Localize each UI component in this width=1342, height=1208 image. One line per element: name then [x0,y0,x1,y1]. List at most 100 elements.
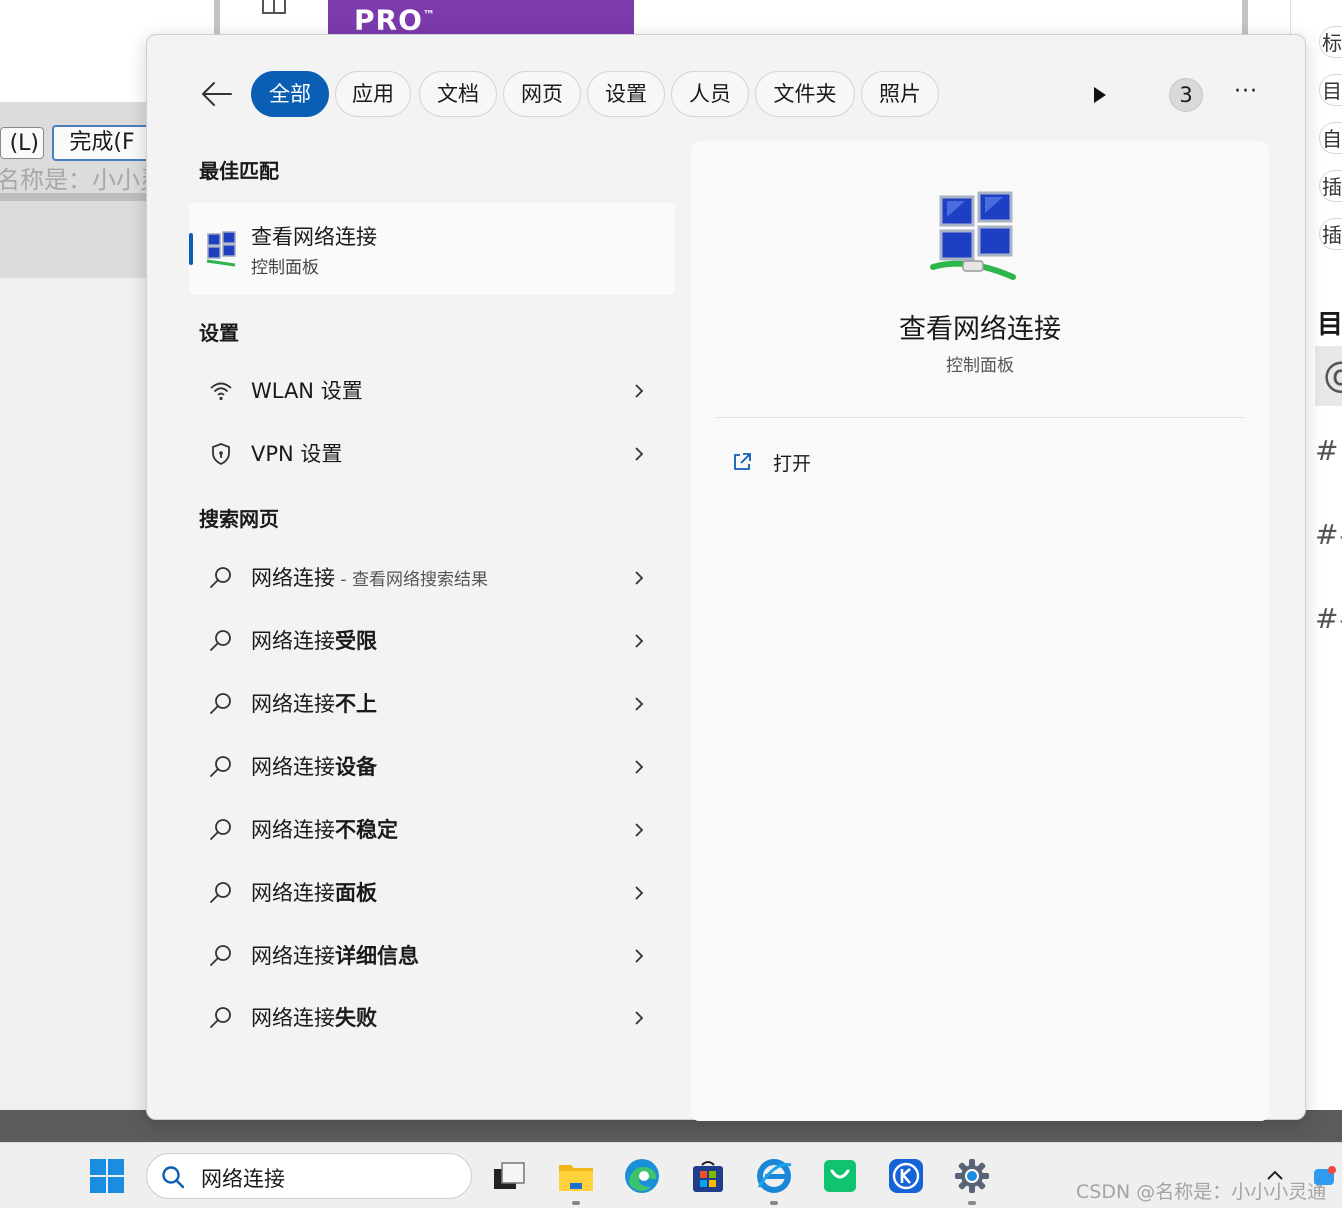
preview-title: 查看网络连接 [899,314,1061,345]
web-search-hint: - 查看网络搜索结果 [335,570,488,590]
wifi-icon [210,382,232,401]
web-search-heading: 搜索网页 [199,507,279,531]
play-icon[interactable] [1089,85,1109,105]
internet-explorer-icon[interactable] [755,1157,793,1195]
background-strip [0,193,146,201]
web-search-prefix: 网络连接 [251,566,335,590]
right-hash-2: ## [1315,518,1342,551]
settings-heading: 设置 [199,321,239,345]
settings-gear-icon[interactable] [953,1157,991,1195]
chevron-up-icon[interactable] [1266,1169,1284,1181]
back-arrow-icon[interactable] [199,79,235,109]
web-search-item[interactable]: 网络连接不上 [199,682,669,726]
network-connections-icon [206,231,236,267]
right-at-symbol: @ [1315,346,1342,406]
selection-accent [189,233,193,265]
search-flyout: 全部 应用 文档 网页 设置 人员 文件夹 照片 3 ··· 最佳匹配 查看网络… [146,34,1306,1121]
more-options-icon[interactable]: ··· [1229,81,1263,105]
tab-photos[interactable]: 照片 [861,71,939,117]
web-search-suffix: 不上 [335,692,377,716]
k-app-icon[interactable] [887,1157,925,1195]
search-icon [210,693,231,714]
web-search-label: 网络连接 - 查看网络搜索结果 [251,562,488,592]
web-search-item[interactable]: 网络连接面板 [199,871,669,915]
web-search-suffix: 设备 [335,755,377,779]
web-search-item[interactable]: 网络连接失败 [199,996,669,1040]
right-pill-1[interactable]: 标 [1319,26,1342,58]
open-label: 打开 [773,453,812,475]
shopping-app-icon[interactable] [821,1157,859,1195]
tab-apps[interactable]: 应用 [335,71,411,117]
tab-web[interactable]: 网页 [503,71,581,117]
web-search-prefix: 网络连接 [251,755,335,779]
web-search-item[interactable]: 网络连接受限 [199,619,669,663]
result-count-badge[interactable]: 3 [1169,78,1203,112]
right-hash-3: ## [1315,602,1342,635]
web-search-suffix: 受限 [335,629,377,653]
settings-item-vpn[interactable]: VPN 设置 [199,432,669,476]
right-pill-5[interactable]: 插 [1319,218,1342,250]
running-indicator [572,1201,580,1205]
web-search-prefix: 网络连接 [251,692,335,716]
right-hash-1: # [1315,434,1339,467]
open-button[interactable]: 打开 [731,445,931,481]
file-explorer-icon[interactable] [557,1157,595,1195]
chevron-right-icon [635,760,644,774]
web-search-prefix: 网络连接 [251,629,335,653]
tab-people[interactable]: 人员 [671,71,749,117]
web-search-prefix: 网络连接 [251,1006,335,1030]
tab-all[interactable]: 全部 [251,71,329,117]
settings-item-wlan[interactable]: WLAN 设置 [199,369,669,413]
chevron-right-icon [635,384,644,398]
edge-browser-icon[interactable] [623,1157,661,1195]
web-search-item[interactable]: 网络连接详细信息 [199,934,669,978]
chevron-right-icon [635,1011,644,1025]
background-button-left[interactable]: (L) [0,127,44,159]
search-icon [210,1007,231,1028]
web-search-item[interactable]: 网络连接设备 [199,745,669,789]
background-pro-banner: PRO™ [328,0,634,36]
background-button-done[interactable]: 完成(F [52,125,152,161]
web-search-label: 网络连接详细信息 [251,940,419,970]
taskbar-search-input[interactable]: 网络连接 [146,1153,472,1199]
right-pill-4[interactable]: 插 [1319,170,1342,202]
chevron-right-icon [635,634,644,648]
web-search-item[interactable]: 网络连接不稳定 [199,808,669,852]
chevron-right-icon [635,697,644,711]
chat-tray-icon[interactable] [1312,1165,1338,1189]
csdn-watermark: CSDN @名称是：小小小灵通 [1076,1181,1327,1203]
best-match-subtitle: 控制面板 [251,258,319,278]
search-icon [162,1166,185,1189]
search-icon [210,630,231,651]
settings-item-label: WLAN 设置 [251,379,363,403]
background-name-text: 名称是：小小灵通 [0,166,146,194]
preview-subtitle: 控制面板 [946,356,1014,376]
windows-start-icon[interactable] [90,1159,124,1193]
web-search-label: 网络连接不稳定 [251,814,398,844]
right-pill-3[interactable]: 自 [1319,122,1342,154]
web-search-item[interactable]: 网络连接 - 查看网络搜索结果 [199,556,669,600]
preview-pane: 查看网络连接 控制面板 打开 [691,141,1269,1121]
web-search-label: 网络连接面板 [251,877,377,907]
pro-label: PRO [354,3,423,37]
web-search-suffix: 面板 [335,881,377,905]
running-indicator [968,1201,976,1205]
tab-documents[interactable]: 文档 [419,71,497,117]
right-heading: 目 [1317,310,1342,340]
chevron-right-icon [635,447,644,461]
web-search-prefix: 网络连接 [251,881,335,905]
right-pill-2[interactable]: 目 [1319,74,1342,106]
best-match-result[interactable]: 查看网络连接 控制面板 [189,203,675,295]
chevron-right-icon [635,823,644,837]
tab-folders[interactable]: 文件夹 [755,71,855,117]
microsoft-store-icon[interactable] [689,1157,727,1195]
background-window-left-lower [0,278,146,1110]
tab-settings[interactable]: 设置 [587,71,665,117]
pro-mark: ™ [422,8,436,22]
task-view-icon[interactable] [490,1157,528,1195]
web-search-label: 网络连接设备 [251,751,377,781]
preview-divider [715,417,1245,418]
shield-icon [212,443,230,466]
best-match-title: 查看网络连接 [251,225,377,249]
search-icon [210,819,231,840]
